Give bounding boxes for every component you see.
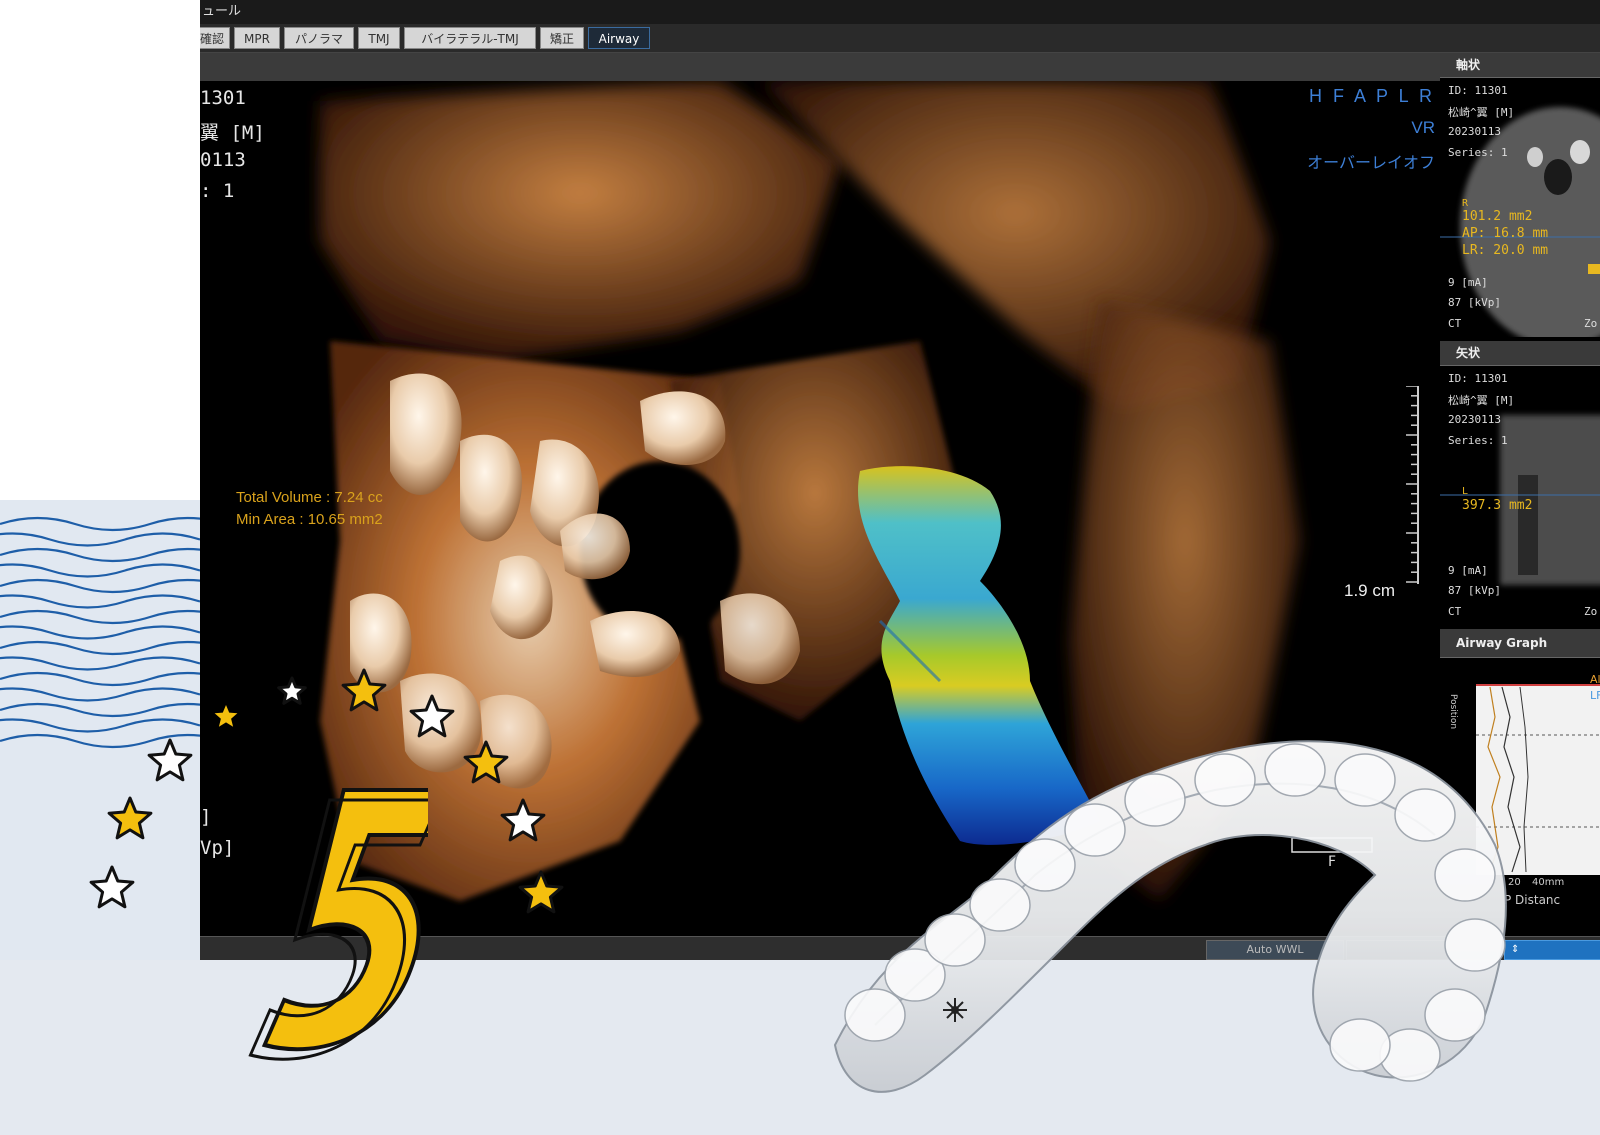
overlay-toggle[interactable]: オーバーレイオフ	[1307, 149, 1435, 173]
scale-bar	[1406, 386, 1419, 584]
axial-kvp: 87 [kVp]	[1448, 296, 1501, 309]
wave-line	[0, 718, 200, 733]
aligner-tooth	[1334, 753, 1396, 807]
axial-lr: LR: 20.0 mm	[1462, 243, 1549, 258]
axial-ma: 9 [mA]	[1448, 276, 1488, 289]
aligner-tooth	[1329, 1018, 1391, 1072]
sagittal-modality: CT	[1448, 605, 1462, 618]
axial-panel[interactable]: 軸状 ID: 11301 松崎^翼 [M] 20230113 Series: 1…	[1440, 53, 1600, 337]
wave-line	[0, 702, 200, 718]
wave-background	[0, 500, 200, 960]
x-tick-40: 40mm	[1532, 877, 1565, 888]
orientation-buttons[interactable]: H F A P L R	[1309, 86, 1435, 107]
sagittal-area: 397.3 mm2	[1462, 498, 1533, 513]
total-volume-label: Total Volume : 7.24 cc	[236, 489, 383, 506]
aligner-tooth	[1264, 743, 1326, 797]
axial-panel-title: 軸状	[1440, 53, 1600, 78]
aligner-tooth	[1444, 918, 1506, 972]
axial-date: 20230113	[1448, 125, 1501, 138]
number-five-fill	[261, 788, 428, 1052]
legend-ap: Al	[1590, 673, 1600, 686]
aligner-tooth	[844, 988, 906, 1042]
axial-ap: AP: 16.8 mm	[1462, 226, 1549, 241]
aligner-tooth	[1424, 988, 1486, 1042]
wave-line	[0, 733, 200, 749]
wave-line	[0, 532, 200, 547]
axial-name: 松崎^翼 [M]	[1448, 106, 1515, 119]
aligner-tooth	[969, 878, 1031, 932]
study-date: 0113	[200, 149, 246, 171]
tab-panorama[interactable]: パノラマ	[284, 27, 354, 49]
scale-label: 1.9 cm	[1344, 581, 1396, 600]
wave-line	[0, 687, 200, 702]
viewport-header	[200, 53, 1465, 81]
exposure-ma: ]	[200, 806, 212, 828]
sagittal-series: Series: 1	[1448, 434, 1508, 447]
aligner-tooth	[924, 913, 986, 967]
axial-zoom: Zo	[1584, 317, 1598, 330]
sagittal-ma: 9 [mA]	[1448, 564, 1488, 577]
axial-marker: R	[1462, 198, 1469, 209]
tab-orthodontic[interactable]: 矯正	[540, 27, 584, 49]
tab-mpr[interactable]: MPR	[234, 27, 280, 49]
aligner-tooth	[1194, 753, 1256, 807]
tab-bilateral-tmj[interactable]: バイラテラル-TMJ	[404, 27, 536, 49]
sagittal-id: ID: 11301	[1448, 372, 1508, 385]
tab-tmj[interactable]: TMJ	[358, 27, 400, 49]
wave-line	[0, 516, 200, 532]
wave-line	[0, 656, 200, 671]
axial-modality: CT	[1448, 317, 1462, 330]
patient-id: 1301	[200, 87, 246, 109]
wave-line	[0, 594, 200, 609]
clear-aligner-image	[833, 740, 1507, 1093]
axial-id: ID: 11301	[1448, 84, 1508, 97]
sagittal-marker: L	[1462, 486, 1469, 497]
tab-confirm[interactable]: 確認	[200, 27, 230, 49]
sagittal-panel-title: 矢状	[1440, 341, 1600, 366]
aligner-tooth	[1434, 848, 1496, 902]
module-tab-bar: 確認 MPR パノラマ TMJ バイラテラル-TMJ 矯正 Airway	[200, 24, 1600, 53]
wave-line	[0, 563, 200, 578]
sagittal-zoom: Zo	[1584, 605, 1598, 618]
series-number: : 1	[200, 180, 235, 202]
view-dropdown[interactable]: ⇕	[1504, 940, 1600, 960]
axial-area: 101.2 mm2	[1462, 209, 1533, 224]
legend-lr: LF	[1590, 689, 1600, 702]
wave-lines	[0, 516, 200, 749]
tab-airway[interactable]: Airway	[588, 27, 650, 49]
sagittal-name: 松崎^翼 [M]	[1448, 394, 1515, 407]
axial-series: Series: 1	[1448, 146, 1508, 159]
wave-line	[0, 640, 200, 656]
sagittal-date: 20230113	[1448, 413, 1501, 426]
patient-name: 翼 [M]	[200, 122, 265, 144]
wave-line	[0, 578, 200, 594]
sagittal-kvp: 87 [kVp]	[1448, 584, 1501, 597]
aligner-tooth	[1014, 838, 1076, 892]
airway-graph-title: Airway Graph	[1440, 629, 1600, 658]
window-title: ュール	[200, 0, 1600, 24]
wave-line	[0, 547, 200, 563]
aligner-tooth	[1394, 788, 1456, 842]
big-number-five	[248, 788, 428, 1061]
aligner-tooth	[1124, 773, 1186, 827]
render-mode-label[interactable]: VR	[1411, 118, 1435, 138]
sagittal-panel[interactable]: 矢状 ID: 11301 松崎^翼 [M] 20230113 Series: 1…	[1440, 341, 1600, 625]
wave-line	[0, 671, 200, 687]
wave-line	[0, 625, 200, 640]
min-area-label: Min Area : 10.65 mm2	[236, 511, 383, 528]
wave-line	[0, 609, 200, 625]
aligner-tooth	[1064, 803, 1126, 857]
